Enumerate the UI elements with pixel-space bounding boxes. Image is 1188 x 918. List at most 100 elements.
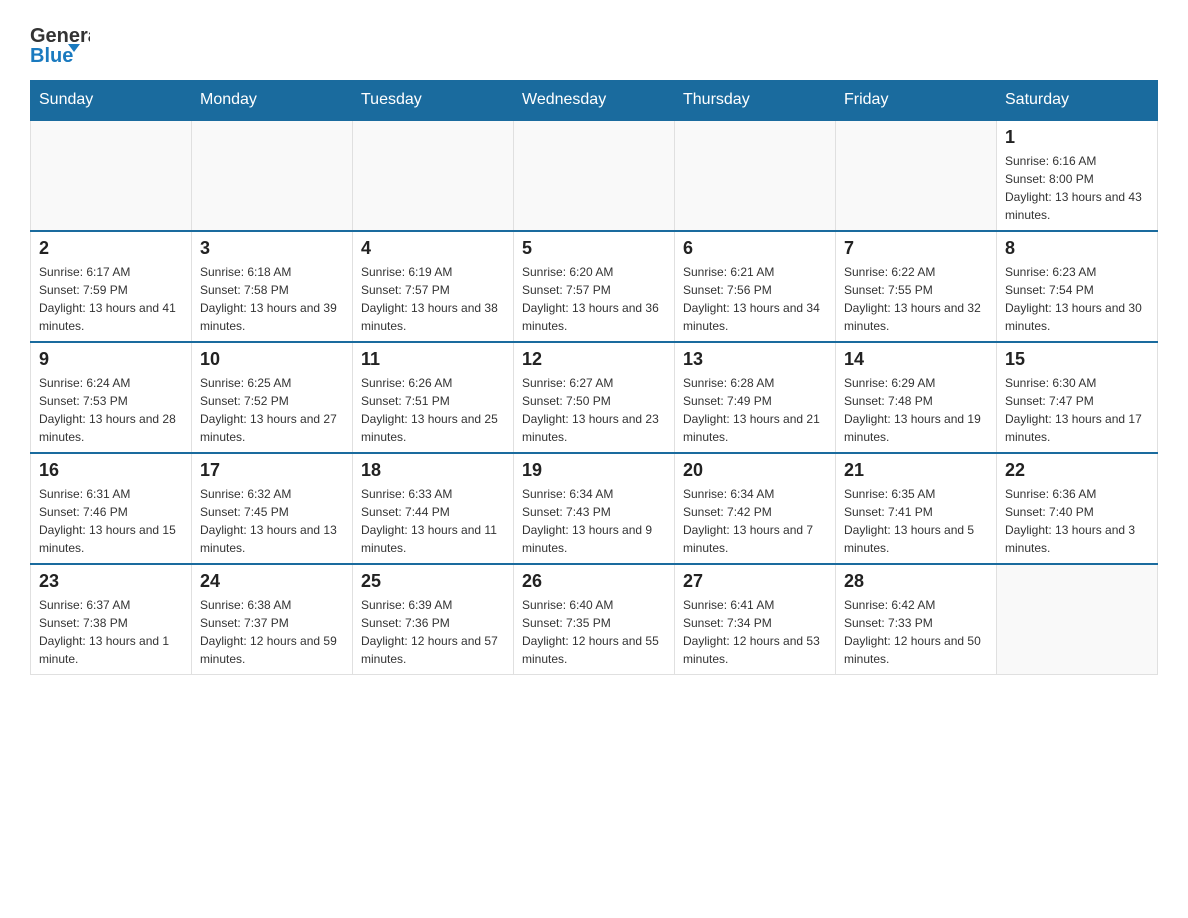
header-tuesday: Tuesday <box>353 81 514 121</box>
day-info: Sunrise: 6:28 AM Sunset: 7:49 PM Dayligh… <box>683 374 827 446</box>
day-info: Sunrise: 6:36 AM Sunset: 7:40 PM Dayligh… <box>1005 485 1149 557</box>
day-number: 16 <box>39 460 183 481</box>
day-cell <box>192 120 353 231</box>
day-info: Sunrise: 6:22 AM Sunset: 7:55 PM Dayligh… <box>844 263 988 335</box>
day-number: 26 <box>522 571 666 592</box>
day-info: Sunrise: 6:42 AM Sunset: 7:33 PM Dayligh… <box>844 596 988 668</box>
day-cell: 20Sunrise: 6:34 AM Sunset: 7:42 PM Dayli… <box>675 453 836 564</box>
day-number: 27 <box>683 571 827 592</box>
day-cell: 6 Sunrise: 6:21 AM Sunset: 7:56 PM Daylig… <box>675 231 836 342</box>
header-wednesday: Wednesday <box>514 81 675 121</box>
day-number: 15 <box>1005 349 1149 370</box>
day-number: 10 <box>200 349 344 370</box>
day-cell <box>353 120 514 231</box>
week-row-3: 16 Sunrise: 6:31 AM Sunset: 7:46 PM Dayli… <box>31 453 1158 564</box>
day-cell: 4 Sunrise: 6:19 AM Sunset: 7:57 PM Daylig… <box>353 231 514 342</box>
day-info: Sunrise: 6:39 AM Sunset: 7:36 PM Dayligh… <box>361 596 505 668</box>
day-cell <box>836 120 997 231</box>
header-thursday: Thursday <box>675 81 836 121</box>
svg-text:Blue: Blue <box>30 45 73 67</box>
day-info: Sunrise: 6:38 AM Sunset: 7:37 PM Dayligh… <box>200 596 344 668</box>
day-cell: 12 Sunrise: 6:27 AM Sunset: 7:50 PM Dayli… <box>514 342 675 453</box>
day-cell: 15 Sunrise: 6:30 AM Sunset: 7:47 PM Dayli… <box>997 342 1158 453</box>
day-number: 7 <box>844 238 988 259</box>
day-info: Sunrise: 6:24 AM Sunset: 7:53 PM Dayligh… <box>39 374 183 446</box>
day-info: Sunrise: 6:41 AM Sunset: 7:34 PM Dayligh… <box>683 596 827 668</box>
day-number: 19 <box>522 460 666 481</box>
day-number: 9 <box>39 349 183 370</box>
day-number: 2 <box>39 238 183 259</box>
day-cell: 22Sunrise: 6:36 AM Sunset: 7:40 PM Dayli… <box>997 453 1158 564</box>
calendar-header-row: SundayMondayTuesdayWednesdayThursdayFrid… <box>31 81 1158 121</box>
day-cell: 9 Sunrise: 6:24 AM Sunset: 7:53 PM Daylig… <box>31 342 192 453</box>
day-cell <box>31 120 192 231</box>
calendar-table: SundayMondayTuesdayWednesdayThursdayFrid… <box>30 80 1158 675</box>
day-number: 8 <box>1005 238 1149 259</box>
day-info: Sunrise: 6:27 AM Sunset: 7:50 PM Dayligh… <box>522 374 666 446</box>
generalblue-logo-icon: GeneralBlue <box>30 20 90 70</box>
logo: GeneralBlue <box>30 20 90 70</box>
header-monday: Monday <box>192 81 353 121</box>
day-info: Sunrise: 6:17 AM Sunset: 7:59 PM Dayligh… <box>39 263 183 335</box>
day-cell <box>675 120 836 231</box>
day-info: Sunrise: 6:16 AM Sunset: 8:00 PM Dayligh… <box>1005 152 1149 224</box>
day-number: 4 <box>361 238 505 259</box>
svg-text:General: General <box>30 25 90 47</box>
day-number: 1 <box>1005 127 1149 148</box>
week-row-2: 9 Sunrise: 6:24 AM Sunset: 7:53 PM Daylig… <box>31 342 1158 453</box>
day-number: 14 <box>844 349 988 370</box>
day-number: 13 <box>683 349 827 370</box>
day-cell: 11Sunrise: 6:26 AM Sunset: 7:51 PM Dayli… <box>353 342 514 453</box>
page-header: GeneralBlue <box>30 20 1158 70</box>
day-number: 12 <box>522 349 666 370</box>
day-info: Sunrise: 6:25 AM Sunset: 7:52 PM Dayligh… <box>200 374 344 446</box>
header-friday: Friday <box>836 81 997 121</box>
week-row-0: 1 Sunrise: 6:16 AM Sunset: 8:00 PM Daylig… <box>31 120 1158 231</box>
day-info: Sunrise: 6:35 AM Sunset: 7:41 PM Dayligh… <box>844 485 988 557</box>
day-number: 18 <box>361 460 505 481</box>
day-cell: 2 Sunrise: 6:17 AM Sunset: 7:59 PM Daylig… <box>31 231 192 342</box>
day-cell: 16 Sunrise: 6:31 AM Sunset: 7:46 PM Dayli… <box>31 453 192 564</box>
day-info: Sunrise: 6:33 AM Sunset: 7:44 PM Dayligh… <box>361 485 505 557</box>
day-cell <box>514 120 675 231</box>
day-info: Sunrise: 6:19 AM Sunset: 7:57 PM Dayligh… <box>361 263 505 335</box>
day-info: Sunrise: 6:32 AM Sunset: 7:45 PM Dayligh… <box>200 485 344 557</box>
day-number: 6 <box>683 238 827 259</box>
day-info: Sunrise: 6:20 AM Sunset: 7:57 PM Dayligh… <box>522 263 666 335</box>
day-number: 23 <box>39 571 183 592</box>
day-cell: 1 Sunrise: 6:16 AM Sunset: 8:00 PM Daylig… <box>997 120 1158 231</box>
day-cell: 25 Sunrise: 6:39 AM Sunset: 7:36 PM Dayli… <box>353 564 514 675</box>
day-info: Sunrise: 6:30 AM Sunset: 7:47 PM Dayligh… <box>1005 374 1149 446</box>
day-cell: 24Sunrise: 6:38 AM Sunset: 7:37 PM Dayli… <box>192 564 353 675</box>
day-info: Sunrise: 6:23 AM Sunset: 7:54 PM Dayligh… <box>1005 263 1149 335</box>
day-info: Sunrise: 6:26 AM Sunset: 7:51 PM Dayligh… <box>361 374 505 446</box>
day-info: Sunrise: 6:37 AM Sunset: 7:38 PM Dayligh… <box>39 596 183 668</box>
day-number: 21 <box>844 460 988 481</box>
day-number: 5 <box>522 238 666 259</box>
day-cell: 21 Sunrise: 6:35 AM Sunset: 7:41 PM Dayli… <box>836 453 997 564</box>
day-cell: 3Sunrise: 6:18 AM Sunset: 7:58 PM Daylig… <box>192 231 353 342</box>
week-row-4: 23 Sunrise: 6:37 AM Sunset: 7:38 PM Dayli… <box>31 564 1158 675</box>
day-cell: 14 Sunrise: 6:29 AM Sunset: 7:48 PM Dayli… <box>836 342 997 453</box>
day-number: 17 <box>200 460 344 481</box>
day-cell <box>997 564 1158 675</box>
day-cell: 13 Sunrise: 6:28 AM Sunset: 7:49 PM Dayli… <box>675 342 836 453</box>
day-cell: 27 Sunrise: 6:41 AM Sunset: 7:34 PM Dayli… <box>675 564 836 675</box>
day-info: Sunrise: 6:34 AM Sunset: 7:43 PM Dayligh… <box>522 485 666 557</box>
day-cell: 10 Sunrise: 6:25 AM Sunset: 7:52 PM Dayli… <box>192 342 353 453</box>
day-info: Sunrise: 6:31 AM Sunset: 7:46 PM Dayligh… <box>39 485 183 557</box>
day-info: Sunrise: 6:40 AM Sunset: 7:35 PM Dayligh… <box>522 596 666 668</box>
day-cell: 18 Sunrise: 6:33 AM Sunset: 7:44 PM Dayli… <box>353 453 514 564</box>
day-cell: 7 Sunrise: 6:22 AM Sunset: 7:55 PM Daylig… <box>836 231 997 342</box>
day-number: 28 <box>844 571 988 592</box>
header-saturday: Saturday <box>997 81 1158 121</box>
day-info: Sunrise: 6:18 AM Sunset: 7:58 PM Dayligh… <box>200 263 344 335</box>
day-info: Sunrise: 6:29 AM Sunset: 7:48 PM Dayligh… <box>844 374 988 446</box>
week-row-1: 2 Sunrise: 6:17 AM Sunset: 7:59 PM Daylig… <box>31 231 1158 342</box>
day-info: Sunrise: 6:21 AM Sunset: 7:56 PM Dayligh… <box>683 263 827 335</box>
header-sunday: Sunday <box>31 81 192 121</box>
day-number: 20 <box>683 460 827 481</box>
day-cell: 5 Sunrise: 6:20 AM Sunset: 7:57 PM Daylig… <box>514 231 675 342</box>
day-number: 25 <box>361 571 505 592</box>
day-cell: 19 Sunrise: 6:34 AM Sunset: 7:43 PM Dayli… <box>514 453 675 564</box>
